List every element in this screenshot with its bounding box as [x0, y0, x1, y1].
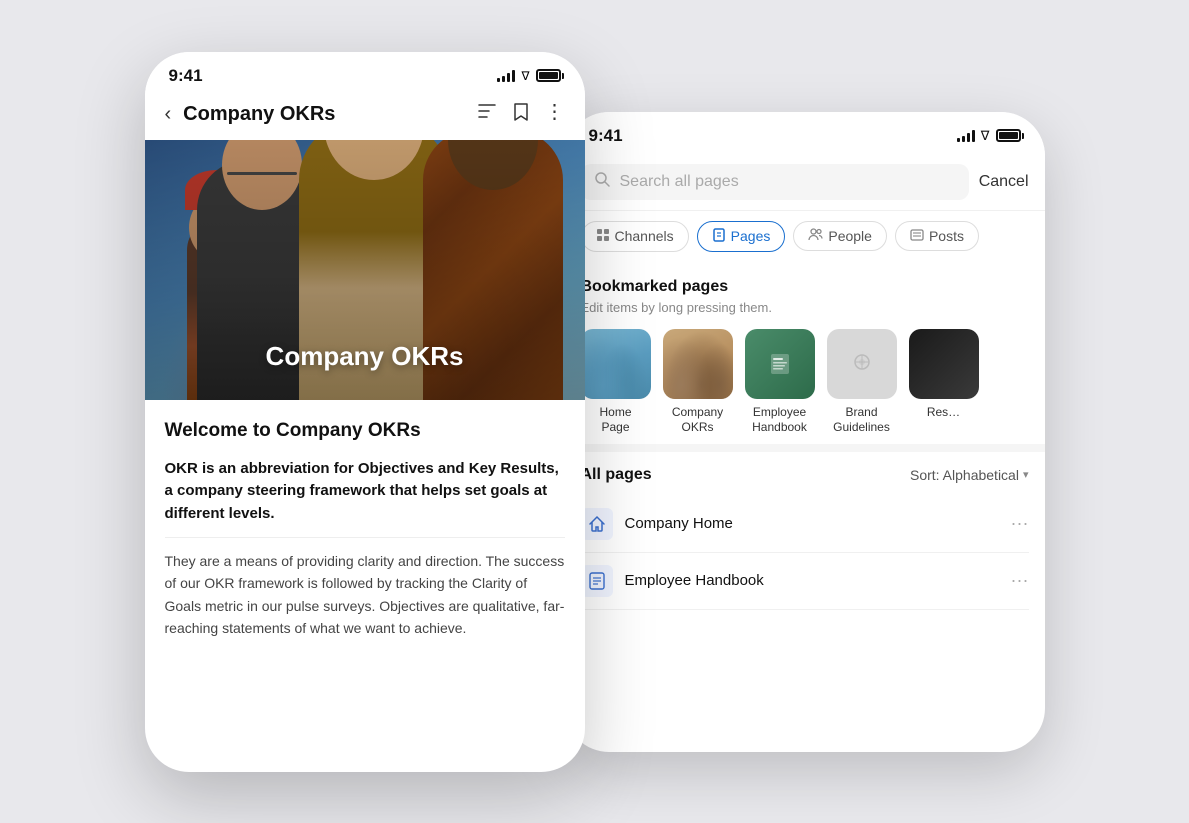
tab-channels[interactable]: Channels: [581, 221, 689, 252]
list-item-employee-handbook[interactable]: Employee Handbook ···: [581, 553, 1029, 610]
bookmarked-section: Bookmarked pages Edit items by long pres…: [565, 262, 1045, 444]
wifi-icon-front: ∇: [521, 69, 529, 83]
sort-button[interactable]: Sort: Alphabetical ▾: [910, 467, 1029, 483]
status-icons-back: ∇: [957, 128, 1021, 144]
page-icon-employee-handbook: [581, 565, 613, 597]
bookmark-label-res: Res…: [927, 405, 960, 421]
nav-bar: ‹ Company OKRs ⋮: [145, 94, 585, 140]
content-divider: [165, 537, 565, 538]
okr-description-body: They are a means of providing clarity an…: [165, 550, 565, 640]
list-item-company-home[interactable]: Company Home ···: [581, 496, 1029, 553]
page-name-employee-handbook: Employee Handbook: [625, 572, 1011, 589]
pages-icon: [712, 228, 726, 245]
bookmark-home-page[interactable]: HomePage: [581, 329, 651, 436]
tab-pages[interactable]: Pages: [697, 221, 786, 252]
time-front: 9:41: [169, 66, 203, 86]
battery-icon-front: [536, 69, 561, 82]
bookmark-thumb-res: [909, 329, 979, 399]
more-icon-company-home[interactable]: ···: [1011, 513, 1029, 534]
wifi-icon: ∇: [981, 128, 990, 144]
hero-title: Company OKRs: [266, 341, 464, 372]
search-field[interactable]: Search all pages: [581, 164, 969, 200]
all-pages-section: All pages Sort: Alphabetical ▾ Company H…: [565, 452, 1045, 618]
search-icon: [595, 172, 610, 192]
back-button[interactable]: ‹: [165, 103, 172, 126]
hero-overlay: Company OKRs: [145, 140, 585, 400]
battery-icon: [996, 129, 1021, 142]
page-icon-company-home: [581, 508, 613, 540]
section-divider: [565, 444, 1045, 452]
channels-icon: [596, 228, 610, 245]
search-placeholder: Search all pages: [620, 173, 739, 191]
page-name-company-home: Company Home: [625, 515, 1011, 532]
bookmark-thumb-home: [581, 329, 651, 399]
search-bar: Search all pages Cancel: [565, 154, 1045, 211]
status-bar-front: 9:41 ∇: [145, 52, 585, 94]
bookmark-company-okrs[interactable]: CompanyOKRs: [663, 329, 733, 436]
more-icon-employee-handbook[interactable]: ···: [1011, 570, 1029, 591]
bookmark-brand-guidelines[interactable]: BrandGuidelines: [827, 329, 897, 436]
time-back: 9:41: [589, 126, 623, 146]
bookmarked-subtitle: Edit items by long pressing them.: [581, 300, 1029, 315]
okr-description-bold: OKR is an abbreviation for Objectives an…: [165, 458, 565, 526]
bookmark-thumb-okrs: [663, 329, 733, 399]
hero-image: Company OKRs: [145, 140, 585, 400]
bookmark-label-brand: BrandGuidelines: [833, 405, 890, 436]
bookmark-label-handbook: EmployeeHandbook: [752, 405, 807, 436]
nav-actions: ⋮: [477, 102, 565, 128]
bookmark-thumb-handbook: [745, 329, 815, 399]
people-icon: [808, 228, 823, 244]
tab-posts[interactable]: Posts: [895, 221, 979, 251]
signal-icon: [957, 129, 975, 142]
content-area: Welcome to Company OKRs OKR is an abbrev…: [145, 400, 585, 656]
bookmark-label-home: HomePage: [599, 405, 631, 436]
signal-icon-front: [497, 69, 515, 82]
cancel-button[interactable]: Cancel: [979, 173, 1029, 191]
bookmark-employee-handbook[interactable]: EmployeeHandbook: [745, 329, 815, 436]
welcome-heading: Welcome to Company OKRs: [165, 420, 565, 442]
all-pages-title: All pages: [581, 466, 652, 484]
more-vert-icon[interactable]: ⋮: [545, 102, 565, 128]
sort-label: Sort: Alphabetical: [910, 467, 1019, 483]
tab-channels-label: Channels: [615, 228, 674, 244]
nav-title: Company OKRs: [183, 103, 476, 126]
all-pages-header: All pages Sort: Alphabetical ▾: [581, 466, 1029, 484]
tab-pages-label: Pages: [731, 228, 771, 244]
scene: 9:41 ∇ Search all pages: [145, 52, 1045, 772]
bookmarks-row: HomePage CompanyOKRs: [581, 329, 1029, 436]
bookmark-res[interactable]: Res…: [909, 329, 979, 436]
tab-people[interactable]: People: [793, 221, 887, 251]
sort-arrow-icon: ▾: [1023, 468, 1029, 481]
bookmark-icon[interactable]: [513, 102, 529, 128]
status-bar-back: 9:41 ∇: [565, 112, 1045, 154]
outline-icon[interactable]: [477, 102, 497, 128]
phone-front: 9:41 ∇ ‹ Company OKRs: [145, 52, 585, 772]
status-icons-front: ∇: [497, 69, 560, 83]
tab-people-label: People: [828, 228, 872, 244]
bookmarked-title: Bookmarked pages: [581, 278, 1029, 296]
filter-tabs: Channels Pages: [565, 211, 1045, 262]
tab-posts-label: Posts: [929, 228, 964, 244]
bookmark-label-okrs: CompanyOKRs: [672, 405, 723, 436]
posts-icon: [910, 228, 924, 244]
phone-back: 9:41 ∇ Search all pages: [565, 112, 1045, 752]
bookmark-thumb-brand: [827, 329, 897, 399]
